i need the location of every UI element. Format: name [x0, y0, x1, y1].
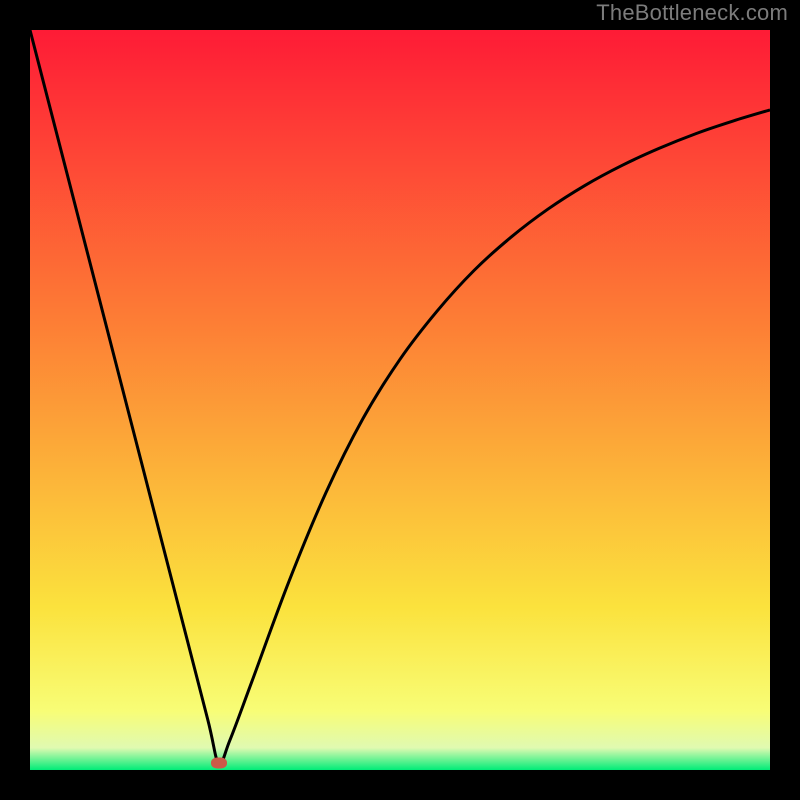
chart-frame: TheBottleneck.com: [0, 0, 800, 800]
gradient-backdrop: [30, 30, 770, 770]
plot-area: [30, 30, 770, 770]
bottleneck-plot-svg: [30, 30, 770, 770]
watermark-text: TheBottleneck.com: [596, 0, 788, 26]
minimum-marker: [211, 757, 227, 768]
